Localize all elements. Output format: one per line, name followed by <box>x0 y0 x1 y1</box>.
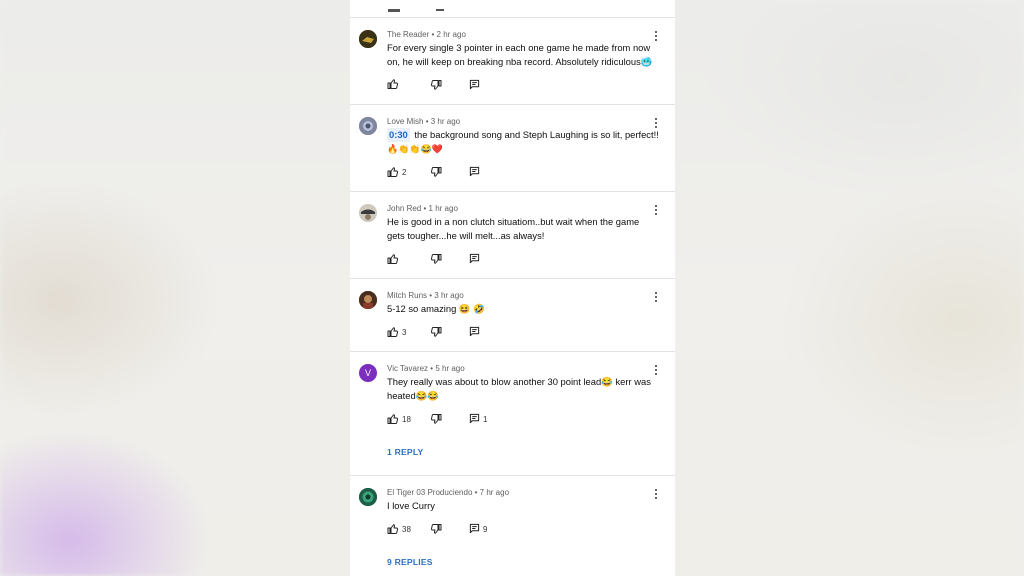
like-count: 18 <box>402 415 411 424</box>
reply-icon <box>469 326 480 337</box>
avatar[interactable]: V <box>359 364 377 382</box>
comment-text: I love Curry <box>387 500 435 511</box>
comment-meta: The Reader • 2 hr ago <box>387 30 466 39</box>
thumbs-down-icon <box>430 166 442 178</box>
thumbs-down-icon <box>430 253 442 265</box>
previous-comment-actions <box>388 0 448 12</box>
reply-icon <box>469 166 480 177</box>
comment-text: He is good in a non clutch situatiom..bu… <box>387 216 640 241</box>
comment-age: 3 hr ago <box>434 291 464 300</box>
divider <box>350 475 675 476</box>
comment-meta: John Red • 1 hr ago <box>387 204 458 213</box>
reply-button[interactable] <box>469 523 480 534</box>
comment-age: 7 hr ago <box>479 488 510 497</box>
reply-icon <box>469 413 480 424</box>
comment-meta: Love Mish • 3 hr ago <box>387 117 460 126</box>
comment-age: 3 hr ago <box>430 117 461 126</box>
comment-text: 0:30 the background song and Steph Laugh… <box>387 128 659 156</box>
view-replies-link[interactable]: 9 REPLIES <box>387 557 433 567</box>
thumbs-up-icon <box>387 413 399 425</box>
thumbs-down-icon <box>430 523 442 535</box>
comments-feed: The Reader • 2 hr ago For every single 3… <box>350 0 675 576</box>
dislike-button[interactable] <box>430 166 442 178</box>
like-count: 3 <box>402 328 407 337</box>
comment-age: 1 hr ago <box>428 204 458 213</box>
comment-text: They really was about to blow another 30… <box>387 376 651 401</box>
like-button[interactable] <box>387 413 399 425</box>
comment-age: 5 hr ago <box>435 364 465 373</box>
divider <box>350 351 675 352</box>
author-name[interactable]: Mitch Runs <box>387 291 427 300</box>
like-count: 38 <box>402 525 411 534</box>
like-count: 2 <box>402 168 407 177</box>
dislike-button[interactable] <box>430 523 442 535</box>
reply-count: 9 <box>483 525 488 534</box>
dislike-button[interactable] <box>430 253 442 265</box>
dislike-button[interactable] <box>430 79 442 91</box>
view-replies-link[interactable]: 1 REPLY <box>387 447 423 457</box>
thumbs-up-icon <box>387 523 399 535</box>
reply-count: 1 <box>483 415 488 424</box>
author-name[interactable]: Love Mish <box>387 117 423 126</box>
comment-text: For every single 3 pointer in each one g… <box>387 42 653 67</box>
like-button[interactable] <box>387 78 399 90</box>
reply-icon <box>469 79 480 90</box>
author-name[interactable]: El Tiger 03 Produciendo <box>387 488 472 497</box>
thumbs-up-icon <box>387 326 399 338</box>
divider <box>350 278 675 279</box>
reply-icon <box>469 523 480 534</box>
timestamp-link[interactable]: 0:30 <box>387 128 410 142</box>
meta-separator: • <box>430 364 434 373</box>
avatar[interactable] <box>359 204 377 222</box>
meta-separator: • <box>474 488 478 497</box>
comment-meta: Vic Tavarez • 5 hr ago <box>387 364 465 373</box>
author-name[interactable]: The Reader <box>387 30 429 39</box>
author-name[interactable]: Vic Tavarez <box>387 364 428 373</box>
reply-button[interactable] <box>469 79 480 90</box>
dislike-button[interactable] <box>430 326 442 338</box>
like-button[interactable] <box>387 253 399 265</box>
comment-text: 5-12 so amazing 😆 🤣 <box>387 303 485 314</box>
divider <box>350 191 675 192</box>
thumbs-down-icon <box>430 413 442 425</box>
author-name[interactable]: John Red <box>387 204 421 213</box>
like-button[interactable] <box>387 166 399 178</box>
meta-separator: • <box>429 291 433 300</box>
emoji-line: 🔥👏👏😂❤️ <box>387 143 444 154</box>
avatar[interactable] <box>359 291 377 309</box>
comment-age: 2 hr ago <box>436 30 466 39</box>
comment-meta: Mitch Runs • 3 hr ago <box>387 291 464 300</box>
comment-meta: El Tiger 03 Produciendo • 7 hr ago <box>387 488 509 497</box>
reply-button[interactable] <box>469 253 480 264</box>
thumbs-down-icon <box>430 79 442 91</box>
divider <box>350 104 675 105</box>
avatar[interactable] <box>359 117 377 135</box>
reply-button[interactable] <box>469 326 480 337</box>
reply-button[interactable] <box>469 413 480 424</box>
avatar[interactable] <box>359 488 377 506</box>
avatar-letter: V <box>364 368 371 378</box>
reply-icon <box>469 253 480 264</box>
meta-separator: • <box>423 204 427 213</box>
thumbs-up-icon <box>387 166 399 178</box>
thumbs-up-icon <box>387 253 399 265</box>
reply-button[interactable] <box>469 166 480 177</box>
comment-text-main: the background song and Steph Laughing i… <box>414 129 659 140</box>
divider <box>350 17 675 18</box>
meta-separator: • <box>431 30 435 39</box>
like-button[interactable] <box>387 523 399 535</box>
like-button[interactable] <box>387 326 399 338</box>
meta-separator: • <box>425 117 429 126</box>
thumbs-down-icon <box>430 326 442 338</box>
avatar[interactable] <box>359 30 377 48</box>
thumbs-up-icon <box>387 78 399 90</box>
dislike-button[interactable] <box>430 413 442 425</box>
